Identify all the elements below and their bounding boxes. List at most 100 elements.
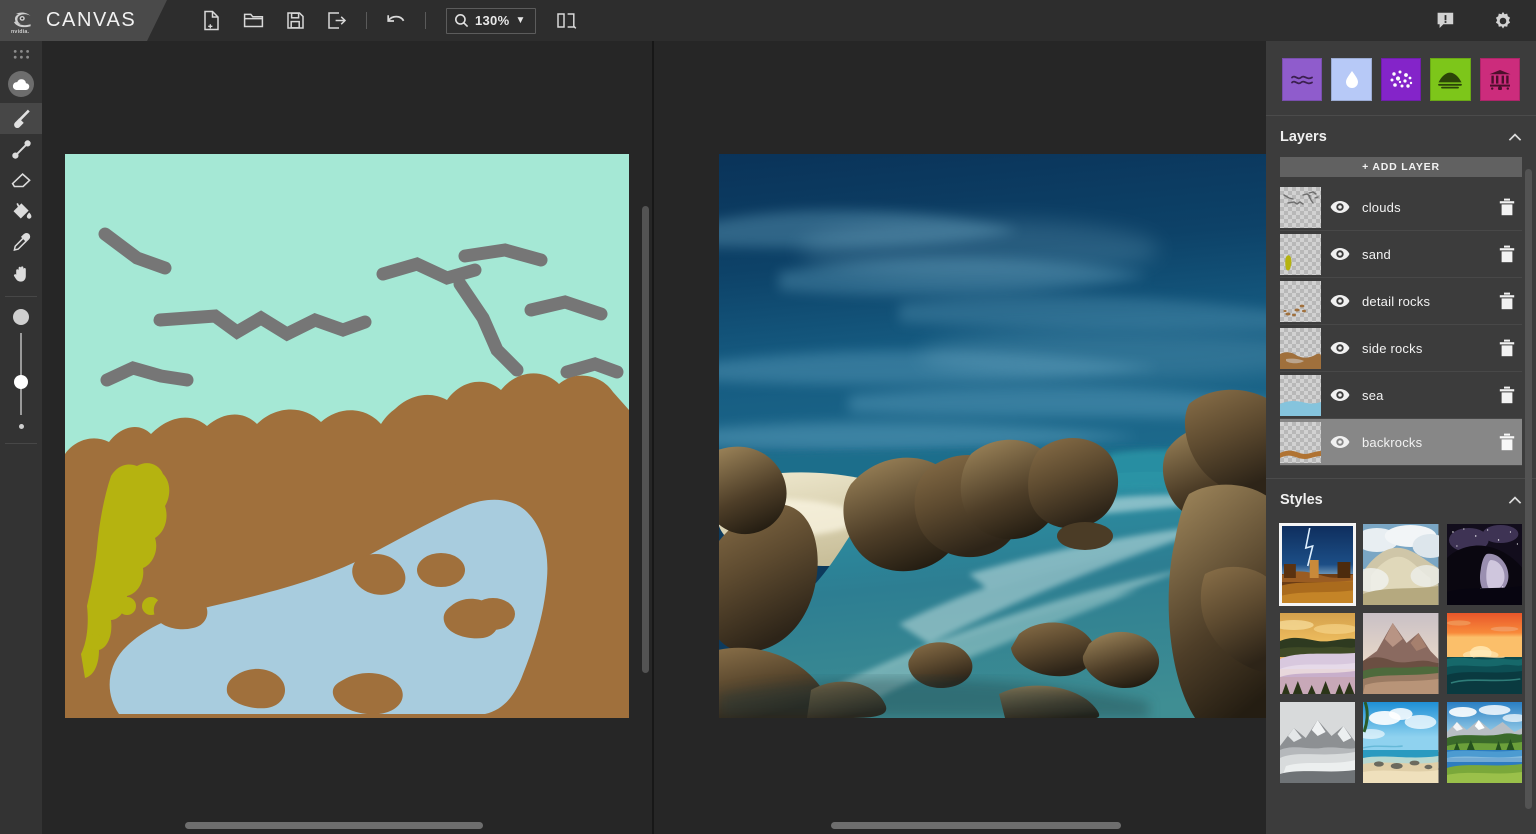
drag-grip-icon[interactable] (0, 41, 42, 69)
paint-bucket-icon (11, 201, 32, 222)
add-layer-button[interactable]: + ADD LAYER (1280, 157, 1522, 177)
chevron-up-icon[interactable] (1508, 132, 1522, 142)
toolbar-separator-2 (425, 12, 426, 29)
right-pane-horizontal-scrollbar[interactable] (831, 822, 1121, 829)
sketch-pane (42, 41, 652, 834)
chevron-down-icon: ▼ (515, 15, 526, 26)
top-right-actions (1424, 0, 1536, 41)
top-toolbar: nvidia. CANVAS 130% ▼ (0, 0, 1536, 41)
eyedropper-tool[interactable] (0, 227, 42, 258)
style-golden-fog[interactable] (1280, 613, 1356, 694)
rendered-landscape (719, 154, 1266, 718)
right-panel-vertical-scrollbar[interactable] (1525, 169, 1532, 809)
waves-icon (1290, 72, 1314, 88)
eye-icon[interactable] (1326, 388, 1354, 402)
layer-thumbnail (1280, 421, 1321, 463)
layer-thumbnail (1280, 186, 1321, 228)
eye-icon[interactable] (1326, 247, 1354, 261)
app-title: CANVAS (46, 9, 137, 31)
layer-sand[interactable]: sand (1280, 231, 1522, 278)
layer-name: detail rocks (1362, 293, 1431, 309)
chevron-up-icon[interactable] (1508, 495, 1522, 505)
trash-icon[interactable] (1492, 245, 1522, 263)
trash-icon[interactable] (1492, 339, 1522, 357)
pan-tool[interactable] (0, 258, 42, 289)
open-file-button[interactable] (232, 0, 274, 41)
layer-thumbnail (1280, 233, 1321, 275)
paintbrush-icon (11, 108, 32, 129)
layer-name: side rocks (1362, 340, 1423, 356)
eye-icon[interactable] (1326, 294, 1354, 308)
particles-icon (1389, 69, 1413, 91)
left-pane-vertical-scrollbar[interactable] (642, 206, 649, 673)
layers-section-header[interactable]: Layers (1266, 116, 1536, 157)
layer-clouds[interactable]: clouds (1280, 184, 1522, 231)
app-brand: nvidia. CANVAS (0, 0, 167, 41)
layer-side-rocks[interactable]: side rocks (1280, 325, 1522, 372)
material-particles[interactable] (1380, 58, 1422, 101)
brush-tool[interactable] (0, 103, 42, 134)
undo-button[interactable] (375, 0, 417, 41)
eraser-tool[interactable] (0, 165, 42, 196)
eye-icon[interactable] (1326, 341, 1354, 355)
layer-name: sea (1362, 387, 1384, 403)
toolbar-separator-1 (366, 12, 367, 29)
layers-title: Layers (1280, 129, 1327, 145)
split-view-button[interactable] (546, 0, 588, 41)
fill-tool[interactable] (0, 196, 42, 227)
trash-icon[interactable] (1492, 198, 1522, 216)
large-dot-icon (13, 309, 29, 325)
line-tool[interactable] (0, 134, 42, 165)
style-rocky-clouds[interactable] (1363, 524, 1439, 605)
canvas-area (42, 41, 1266, 834)
eye-icon[interactable] (1326, 200, 1354, 214)
eye-icon[interactable] (1326, 435, 1354, 449)
cloud-icon (8, 71, 34, 97)
material-ruins[interactable] (1479, 58, 1521, 101)
zoom-control[interactable]: 130% ▼ (446, 7, 536, 34)
style-mountain-ridge[interactable] (1363, 613, 1439, 694)
layer-sea[interactable]: sea (1280, 372, 1522, 419)
styles-section-header[interactable]: Styles (1266, 479, 1536, 520)
trash-icon[interactable] (1492, 292, 1522, 310)
style-orange-sunset-sea[interactable] (1446, 613, 1522, 694)
style-night-cave[interactable] (1446, 524, 1522, 605)
material-water[interactable] (1282, 58, 1323, 101)
sketch-strokes (65, 154, 629, 718)
brush-size-slider[interactable] (0, 297, 42, 429)
new-file-button[interactable] (190, 0, 232, 41)
ruins-icon (1488, 69, 1512, 90)
line-icon (11, 139, 32, 160)
left-pane-horizontal-scrollbar[interactable] (185, 822, 483, 829)
magnifier-icon (454, 13, 469, 28)
trash-icon[interactable] (1492, 386, 1522, 404)
export-button[interactable] (316, 0, 358, 41)
layers-list: clouds sand detail rocks side rocks sea … (1266, 184, 1536, 466)
material-swatch-row (1266, 41, 1536, 115)
material-hill[interactable] (1430, 58, 1471, 101)
style-alpine-lake[interactable] (1446, 702, 1522, 783)
toolbar-divider-2 (5, 443, 37, 444)
hand-icon (11, 263, 32, 284)
sketch-canvas[interactable] (65, 154, 629, 718)
brush-size-track[interactable] (14, 333, 28, 415)
material-picker[interactable] (0, 69, 42, 99)
svg-text:nvidia.: nvidia. (11, 29, 30, 35)
output-pane (654, 41, 1266, 834)
layer-backrocks[interactable]: backrocks (1280, 419, 1522, 466)
hill-icon (1437, 71, 1463, 89)
brush-size-knob[interactable] (14, 375, 28, 389)
settings-button[interactable] (1482, 0, 1524, 41)
styles-grid (1266, 520, 1536, 795)
layer-name: backrocks (1362, 434, 1423, 450)
feedback-button[interactable] (1424, 0, 1466, 41)
material-snow[interactable] (1331, 58, 1372, 101)
trash-icon[interactable] (1492, 433, 1522, 451)
rendered-output-canvas[interactable] (719, 154, 1266, 718)
style-tropical-beach[interactable] (1363, 702, 1439, 783)
style-desert-lightning[interactable] (1278, 523, 1357, 606)
save-button[interactable] (274, 0, 316, 41)
style-misty-bw-mountain[interactable] (1280, 702, 1356, 783)
layer-detail-rocks[interactable]: detail rocks (1280, 278, 1522, 325)
layer-thumbnail (1280, 374, 1321, 416)
